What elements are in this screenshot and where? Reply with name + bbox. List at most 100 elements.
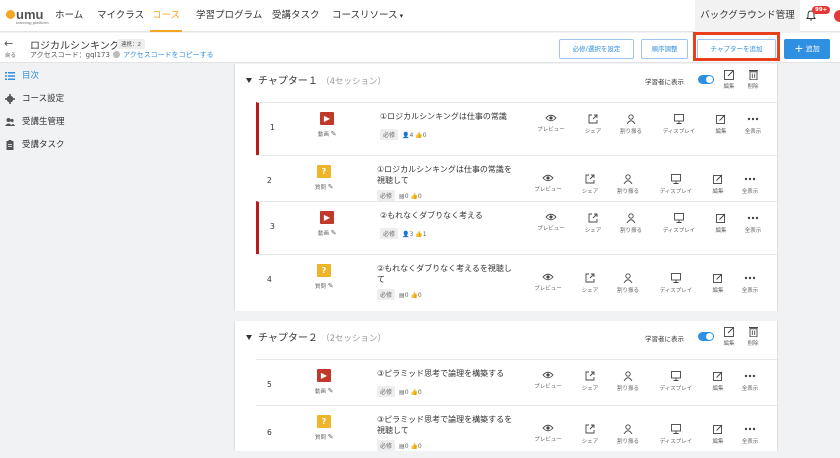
backend-admin-button[interactable]: バックグラウンド管理 (695, 0, 800, 32)
show-all-button[interactable]: 全表示 (733, 371, 767, 392)
preview-button[interactable]: プレビュー (531, 371, 565, 390)
assign-button[interactable]: 割り振る (611, 273, 645, 294)
assign-button[interactable]: 割り振る (614, 114, 648, 135)
share-button[interactable]: シェア (573, 424, 607, 445)
chapter-edit-button[interactable]: 編集 (716, 69, 742, 90)
session-title[interactable]: ②もれなくダブりなく考える (380, 210, 522, 221)
preview-button[interactable]: プレビュー (534, 213, 568, 232)
nav-my-class[interactable]: マイクラス (97, 0, 144, 32)
nav-learning-program[interactable]: 学習プログラム (196, 0, 262, 32)
assign-button[interactable]: 割り振る (611, 174, 645, 195)
display-button[interactable]: ディスプレイ (653, 174, 699, 195)
back-label[interactable]: 戻る (5, 51, 16, 59)
display-button[interactable]: ディスプレイ (653, 424, 699, 445)
edit-button[interactable]: 編集 (701, 424, 735, 445)
session-title[interactable]: ②もれなくダブりなく考えるを視聴して (377, 263, 519, 285)
display-button[interactable]: ディスプレイ (653, 371, 699, 392)
session-title[interactable]: ①ロジカルシンキングは仕事の常識 (380, 111, 522, 122)
pencil-icon[interactable]: ✎ (331, 130, 337, 138)
sidebar-item-contents[interactable]: 目次 (0, 66, 107, 86)
copy-access-code-link[interactable]: アクセスコードをコピーする (123, 51, 214, 59)
set-required-button[interactable]: 必修/選択を設定 (559, 39, 634, 59)
edit-button[interactable]: 編集 (701, 273, 735, 294)
session-number: 4 (267, 275, 272, 284)
session-title[interactable]: ①ロジカルシンキングは仕事の常識を視聴して (377, 164, 519, 186)
share-button[interactable]: シェア (576, 213, 610, 234)
sidebar-item-learner-management[interactable]: 受講生管理 (0, 112, 107, 132)
collapse-arrow-icon[interactable] (246, 78, 252, 83)
show-all-button[interactable]: 全表示 (733, 174, 767, 195)
edit-button[interactable]: 編集 (701, 371, 735, 392)
show-all-button[interactable]: 全表示 (733, 424, 767, 445)
show-all-button[interactable]: 全表示 (736, 114, 770, 135)
display-button[interactable]: ディスプレイ (653, 273, 699, 294)
session-row[interactable]: 3 ▶ 動画 ✎ ②もれなくダブりなく考える 必修 👤3 👍1 プレビュー シェア… (256, 201, 779, 254)
edit-icon (713, 174, 723, 184)
highlight-box (693, 32, 780, 61)
more-icon (744, 374, 756, 378)
preview-button[interactable]: プレビュー (531, 273, 565, 292)
add-button[interactable]: + 追加 (784, 39, 830, 59)
session-number: 1 (270, 123, 275, 132)
monitor-icon (674, 114, 684, 124)
question-icon: ? (317, 264, 331, 277)
sidebar-item-tasks[interactable]: 受講タスク (0, 135, 107, 155)
chapter-delete-button[interactable]: 削除 (740, 326, 766, 347)
session-number: 5 (267, 380, 272, 389)
edit-button[interactable]: 編集 (704, 114, 738, 135)
edit-button[interactable]: 編集 (701, 174, 735, 195)
nav-tasks[interactable]: 受講タスク (272, 0, 320, 32)
session-title[interactable]: ③ピラミッド思考で論理を構築するを視聴して (377, 414, 519, 436)
share-button[interactable]: シェア (573, 273, 607, 294)
session-meta: 必修 👤3 👍1 (380, 228, 427, 239)
session-meta: 必修 ▤0 👍0 (377, 386, 422, 397)
monitor-icon (671, 424, 681, 434)
pencil-icon[interactable]: ✎ (331, 229, 337, 237)
edit-button[interactable]: 編集 (704, 213, 738, 234)
nav-home[interactable]: ホーム (55, 0, 83, 32)
help-icon[interactable] (112, 51, 120, 58)
show-all-button[interactable]: 全表示 (733, 273, 767, 294)
pencil-icon[interactable]: ✎ (328, 183, 334, 191)
avatar[interactable] (834, 10, 840, 22)
order-adjust-button[interactable]: 順序調整 (641, 39, 688, 59)
person-icon (626, 213, 636, 223)
preview-button[interactable]: プレビュー (531, 174, 565, 193)
display-button[interactable]: ディスプレイ (656, 114, 702, 135)
pencil-icon[interactable]: ✎ (328, 433, 334, 441)
show-all-button[interactable]: 全表示 (736, 213, 770, 234)
sidebar-item-course-settings[interactable]: コース設定 (0, 89, 107, 109)
person-icon (623, 371, 633, 381)
back-arrow-icon[interactable]: ← (4, 37, 13, 50)
session-row[interactable]: 4 ? 質問 ✎ ②もれなくダブりなく考えるを視聴して 必修 ▤0 👍0 プレビュ… (256, 254, 779, 307)
umu-logo[interactable]: umu learning platform (6, 7, 49, 25)
preview-button[interactable]: プレビュー (531, 424, 565, 443)
chapter-edit-button[interactable]: 編集 (716, 326, 742, 347)
collapse-arrow-icon[interactable] (246, 335, 252, 340)
notification-badge: 99+ (812, 6, 831, 14)
nav-course[interactable]: コース (150, 0, 182, 32)
pencil-icon[interactable]: ✎ (328, 387, 334, 395)
chapter-delete-button[interactable]: 削除 (740, 69, 766, 90)
preview-button[interactable]: プレビュー (534, 114, 568, 133)
session-row[interactable]: 1 ▶ 動画 ✎ ①ロジカルシンキングは仕事の常識 必修 👤4 👍0 プレビュー … (256, 102, 779, 155)
top-nav: umu learning platform ホーム マイクラス コース 学習プログ… (0, 0, 840, 32)
assign-button[interactable]: 割り振る (611, 424, 645, 445)
share-button[interactable]: シェア (573, 371, 607, 392)
monitor-icon (671, 174, 681, 184)
session-row[interactable]: 6 ? 質問 ✎ ③ピラミッド思考で論理を構築するを視聴して 必修 ▤0 👍0 プ… (256, 405, 779, 458)
share-button[interactable]: シェア (573, 174, 607, 195)
access-code: アクセスコード：gqI173 アクセスコードをコピーする (30, 51, 214, 59)
sidebar: 目次 コース設定 受講生管理 受講タスク (0, 64, 107, 451)
pencil-icon[interactable]: ✎ (328, 282, 334, 290)
assign-button[interactable]: 割り振る (614, 213, 648, 234)
show-to-learners-toggle[interactable] (698, 332, 714, 341)
session-title[interactable]: ③ピラミッド思考で論理を構築する (377, 368, 519, 379)
session-type-label: 動画 ✎ (318, 130, 337, 138)
share-button[interactable]: シェア (576, 114, 610, 135)
show-to-learners-toggle[interactable] (698, 75, 714, 84)
nav-course-resources[interactable]: コースリソース ▾ (332, 0, 403, 32)
assign-button[interactable]: 割り振る (611, 371, 645, 392)
person-icon (626, 114, 636, 124)
display-button[interactable]: ディスプレイ (656, 213, 702, 234)
